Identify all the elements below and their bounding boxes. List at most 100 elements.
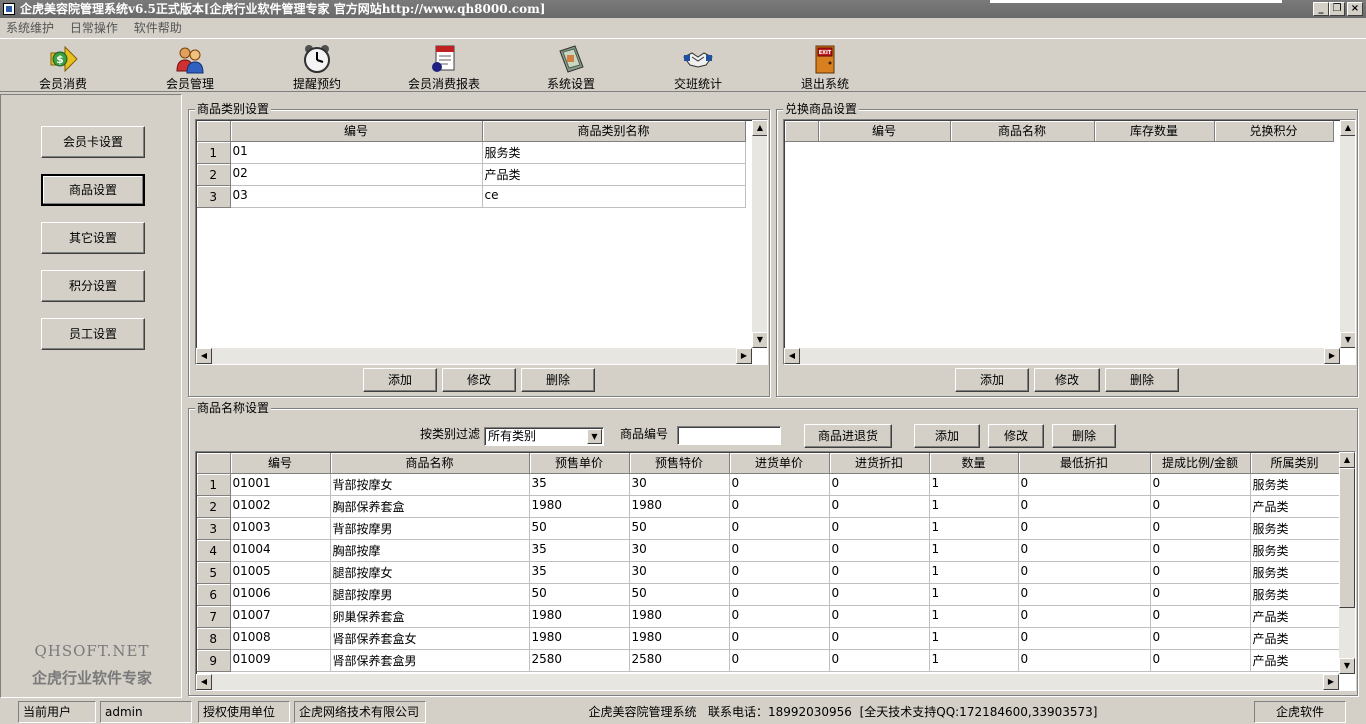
table-row[interactable]: 8 01008 肾部保养套盒女 1980 1980 0 0 1 0 0 产品类 [197,627,1340,650]
cell-purchase-discount[interactable]: 0 [829,494,930,518]
menu-software-help[interactable]: 软件帮助 [134,21,182,35]
cell-purchase-discount[interactable]: 0 [829,517,930,540]
cell-category[interactable]: 服务类 [1250,561,1340,584]
cell-presale-price[interactable]: 35 [529,473,630,496]
toolbar-member-management[interactable]: 会员管理 [135,43,245,91]
cell-commission[interactable]: 0 [1150,539,1251,562]
cell-name[interactable]: 胸部保养套盒 [330,494,530,518]
cell-presale-price[interactable]: 35 [529,561,630,584]
column-header[interactable]: 数量 [929,453,1019,474]
cell-min-discount[interactable]: 0 [1018,539,1151,562]
column-header[interactable]: 最低折扣 [1018,453,1151,474]
product-add-button[interactable]: 添加 [914,424,980,448]
cell-quantity[interactable]: 1 [929,517,1019,540]
table-row[interactable]: 1 01 服务类 [197,140,746,164]
cell-code[interactable]: 01004 [230,539,331,562]
vertical-scrollbar[interactable]: ▲ ▼ [1339,452,1355,674]
cell-name[interactable]: 卵巢保养套盒 [330,605,530,628]
cell-purchase-discount[interactable]: 0 [829,627,930,650]
cell-commission[interactable]: 0 [1150,561,1251,584]
chevron-down-icon[interactable]: ▼ [587,429,602,444]
cell-presale-price[interactable]: 50 [529,583,630,606]
cell-category[interactable]: 产品类 [1250,605,1340,628]
toolbar-consumption-report[interactable]: 会员消费报表 [389,43,499,91]
column-header[interactable]: 提成比例/金额 [1150,453,1251,474]
cell-quantity[interactable]: 1 [929,539,1019,562]
cell-code[interactable]: 02 [230,163,483,186]
other-settings-button[interactable]: 其它设置 [41,222,145,254]
cell-presale-special[interactable]: 1980 [629,627,730,650]
column-header[interactable]: 编号 [230,453,331,474]
column-header[interactable]: 库存数量 [1094,121,1215,142]
scroll-left-icon[interactable]: ◀ [196,674,212,690]
cell-presale-special[interactable]: 1980 [629,605,730,628]
cell-presale-special[interactable]: 30 [629,539,730,562]
table-row[interactable]: 4 01004 胸部按摩 35 30 0 0 1 0 0 服务类 [197,539,1340,562]
exchange-delete-button[interactable]: 删除 [1105,368,1179,392]
toolbar-shift-statistics[interactable]: 交班统计 [643,43,753,91]
exchange-add-button[interactable]: 添加 [955,368,1029,392]
stock-in-out-button[interactable]: 商品进退货 [804,424,892,448]
cell-purchase-price[interactable]: 0 [729,605,830,628]
column-header[interactable]: 进货折扣 [829,453,930,474]
cell-quantity[interactable]: 1 [929,583,1019,606]
cell-name[interactable]: 肾部保养套盒男 [330,649,530,672]
scroll-down-icon[interactable]: ▼ [752,332,767,348]
horizontal-scrollbar[interactable]: ◀ ▶ [196,348,752,364]
minimize-button[interactable]: _ [1313,2,1329,16]
category-edit-button[interactable]: 修改 [442,368,516,392]
scroll-left-icon[interactable]: ◀ [784,348,800,364]
cell-code[interactable]: 01006 [230,583,331,606]
cell-purchase-discount[interactable]: 0 [829,473,930,496]
scroll-right-icon[interactable]: ▶ [1323,674,1339,690]
close-button[interactable]: × [1347,2,1363,16]
cell-quantity[interactable]: 1 [929,627,1019,650]
column-header[interactable]: 编号 [230,121,483,142]
cell-name[interactable]: 产品类 [482,163,746,186]
cell-category[interactable]: 产品类 [1250,649,1340,672]
cell-presale-special[interactable]: 50 [629,517,730,540]
product-delete-button[interactable]: 删除 [1052,424,1116,448]
cell-min-discount[interactable]: 0 [1018,627,1151,650]
table-row[interactable]: 7 01007 卵巢保养套盒 1980 1980 0 0 1 0 0 产品类 [197,605,1340,628]
cell-purchase-price[interactable]: 0 [729,473,830,496]
cell-purchase-price[interactable]: 0 [729,539,830,562]
table-row[interactable]: 2 02 产品类 [197,163,746,186]
column-header[interactable]: 商品名称 [950,121,1095,142]
restore-button[interactable]: ❐ [1329,2,1345,16]
cell-category[interactable]: 服务类 [1250,517,1340,540]
product-code-input[interactable] [677,426,781,445]
cell-commission[interactable]: 0 [1150,473,1251,496]
cell-commission[interactable]: 0 [1150,494,1251,518]
table-row[interactable]: 2 01002 胸部保养套盒 1980 1980 0 0 1 0 0 产品类 [197,494,1340,518]
cell-purchase-price[interactable]: 0 [729,494,830,518]
cell-category[interactable]: 服务类 [1250,539,1340,562]
cell-category[interactable]: 产品类 [1250,627,1340,650]
column-header[interactable]: 预售单价 [529,453,630,474]
column-header[interactable]: 兑换积分 [1214,121,1334,142]
scroll-down-icon[interactable]: ▼ [1339,658,1355,674]
scroll-up-icon[interactable]: ▲ [1340,120,1355,136]
cell-presale-price[interactable]: 35 [529,539,630,562]
scroll-left-icon[interactable]: ◀ [196,348,212,364]
cell-quantity[interactable]: 1 [929,649,1019,672]
table-row[interactable]: 1 01001 背部按摩女 35 30 0 0 1 0 0 服务类 [197,473,1340,496]
scroll-down-icon[interactable]: ▼ [1340,332,1355,348]
cell-min-discount[interactable]: 0 [1018,649,1151,672]
cell-code[interactable]: 01001 [230,473,331,496]
vertical-scrollbar[interactable]: ▲ ▼ [752,120,767,348]
cell-name[interactable]: 腿部按摩男 [330,583,530,606]
cell-name[interactable]: 胸部按摩 [330,539,530,562]
cell-presale-price[interactable]: 50 [529,517,630,540]
cell-name[interactable]: 腿部按摩女 [330,561,530,584]
staff-settings-button[interactable]: 员工设置 [41,318,145,350]
scroll-up-icon[interactable]: ▲ [1339,452,1355,468]
horizontal-scrollbar[interactable]: ◀ ▶ [196,674,1339,690]
cell-min-discount[interactable]: 0 [1018,561,1151,584]
category-filter-select[interactable]: 所有类别 ▼ [484,427,604,446]
menu-system-maintenance[interactable]: 系统维护 [6,21,54,35]
scroll-right-icon[interactable]: ▶ [1324,348,1340,364]
cell-purchase-discount[interactable]: 0 [829,561,930,584]
cell-min-discount[interactable]: 0 [1018,473,1151,496]
vertical-scrollbar[interactable]: ▲ ▼ [1340,120,1355,348]
